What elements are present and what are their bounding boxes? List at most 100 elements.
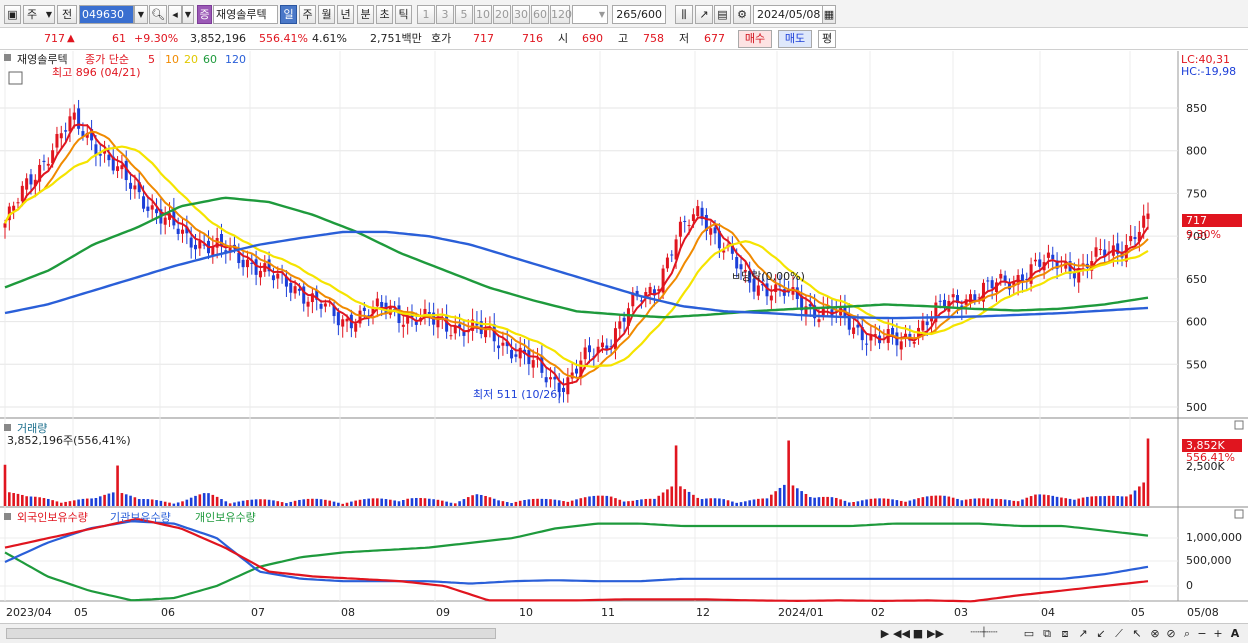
chevron-down-icon: ▼ <box>45 10 52 19</box>
chart-menu-icon[interactable]: ▣ <box>4 5 21 24</box>
interval-custom-select[interactable]: ▼ <box>572 5 608 24</box>
interval-20-button[interactable]: 20 <box>493 5 511 24</box>
volume-bar <box>1138 486 1141 506</box>
candle-body <box>150 205 154 210</box>
interval-60-button[interactable]: 60 <box>531 5 549 24</box>
magnet-icon[interactable]: ⊗ <box>1148 626 1162 641</box>
period-tick-button[interactable]: 틱 <box>395 5 412 24</box>
interval-3-button[interactable]: 3 <box>436 5 454 24</box>
candle-body <box>670 254 674 256</box>
chart-area[interactable]: 850 800 750 700 650 600 550 500 2023/04 05 06 07 08… <box>0 51 1248 623</box>
volume-bar <box>501 501 505 506</box>
volume-bar <box>94 497 98 506</box>
fast-forward-icon[interactable]: ▶▶ <box>927 626 944 641</box>
volume-bar <box>796 488 799 506</box>
volume-bar <box>103 494 106 506</box>
arrow-icon[interactable]: ↖ <box>1130 626 1144 641</box>
font-size-icon[interactable]: A <box>1228 626 1242 641</box>
buy-button[interactable]: 매수 <box>738 30 772 48</box>
volume-bar <box>553 499 557 506</box>
chart-tool-icon[interactable]: ↗ <box>695 5 713 24</box>
rewind-icon[interactable]: ◀◀ <box>893 626 910 641</box>
volume-bar <box>609 496 613 506</box>
individual-legend: 개인보유수량 <box>195 511 256 524</box>
period-minute-button[interactable]: 분 <box>357 5 374 24</box>
search-icon[interactable]: ⌕ <box>1180 626 1194 641</box>
interval-120-button[interactable]: 120 <box>550 5 572 24</box>
period-year-button[interactable]: 년 <box>337 5 354 24</box>
draw-icon[interactable]: ↗ <box>1076 626 1090 641</box>
link-icon[interactable]: ⊘ <box>1164 626 1178 641</box>
chart-canvas[interactable]: 850800750700650600550500 2023/04 05 06 07 08… <box>0 51 1248 623</box>
interval-30-button[interactable]: 30 <box>512 5 530 24</box>
volume-bar <box>181 501 184 506</box>
speaker-dropdown-icon[interactable]: ▼ <box>182 5 194 24</box>
compare-icon[interactable]: ⧉ <box>1040 626 1054 641</box>
candle-body <box>362 307 366 312</box>
volume-bar <box>713 498 717 506</box>
volume-bar <box>544 498 548 506</box>
candle-body <box>120 165 124 170</box>
period-second-button[interactable]: 초 <box>376 5 393 24</box>
zoom-slider[interactable]: ┄┄┼┄┄ <box>950 626 1018 641</box>
volume-bar <box>1003 499 1007 506</box>
candle-body <box>1051 254 1055 260</box>
volume-bar <box>843 500 847 506</box>
period-week-button[interactable]: 주 <box>299 5 316 24</box>
volume-bar <box>415 497 418 506</box>
zoom-out-icon[interactable]: − <box>1196 626 1208 641</box>
volume-bar <box>298 499 301 506</box>
ma10-label: 10 <box>165 53 179 66</box>
volume-bar <box>752 499 756 506</box>
save-icon[interactable]: ▤ <box>714 5 731 24</box>
volume-bar <box>791 485 795 506</box>
line-icon[interactable]: ↙ <box>1094 626 1108 641</box>
code-dropdown-icon[interactable]: ▼ <box>134 5 148 24</box>
candle-body <box>613 328 617 350</box>
period-month-button[interactable]: 월 <box>318 5 335 24</box>
time-tick-label: 08 <box>341 606 355 619</box>
search-icon[interactable]: 🔍︎ <box>149 5 167 24</box>
market-type-select[interactable]: 주 ▼ <box>23 5 55 24</box>
volume-bar <box>860 500 864 506</box>
gear-icon[interactable]: ⚙ <box>733 5 751 24</box>
full-button[interactable]: 전 <box>57 5 77 24</box>
play-icon[interactable]: ▶ <box>878 626 892 641</box>
candle-body <box>181 229 185 234</box>
volume-bar <box>254 499 258 506</box>
volume-bar <box>211 494 215 506</box>
panel-close-icon[interactable] <box>1234 420 1244 430</box>
speaker-icon[interactable]: ◂ <box>168 5 182 24</box>
panel-close-icon[interactable] <box>1234 509 1244 519</box>
fib-icon[interactable]: ⟋ <box>1112 626 1126 641</box>
volume-bar <box>1034 494 1037 506</box>
stop-icon[interactable]: ■ <box>911 626 925 641</box>
candle-type-icon[interactable]: ⫼ <box>675 5 693 24</box>
overlay-icon[interactable]: ⧈ <box>1058 626 1072 641</box>
volume-bar <box>908 500 912 506</box>
volume-bar <box>29 496 33 506</box>
display-count-input[interactable]: 265/600 <box>612 5 666 24</box>
stock-code-input[interactable]: 049630 <box>79 5 134 24</box>
calendar-icon[interactable]: ▦ <box>822 5 836 24</box>
volume-bar <box>198 494 202 506</box>
candle-body <box>401 324 405 327</box>
interval-10-button[interactable]: 10 <box>474 5 492 24</box>
scroll-thumb[interactable] <box>6 628 496 639</box>
window-icon[interactable]: ▭ <box>1022 626 1036 641</box>
volume-bar <box>1060 497 1063 506</box>
candle-body <box>696 206 700 217</box>
table-icon[interactable] <box>8 71 23 85</box>
eval-button[interactable]: 평 <box>818 30 836 48</box>
interval-5-button[interactable]: 5 <box>455 5 473 24</box>
volume-bar <box>1116 496 1119 506</box>
volume-bar <box>895 500 899 506</box>
sell-button[interactable]: 매도 <box>778 30 812 48</box>
interval-1-button[interactable]: 1 <box>417 5 435 24</box>
volume-bars <box>3 438 1150 506</box>
volume-bar <box>687 491 691 506</box>
zoom-in-icon[interactable]: + <box>1212 626 1224 641</box>
date-input[interactable]: 2024/05/08 <box>753 5 823 24</box>
period-day-button[interactable]: 일 <box>280 5 297 24</box>
horizontal-scrollbar[interactable] <box>0 626 876 641</box>
